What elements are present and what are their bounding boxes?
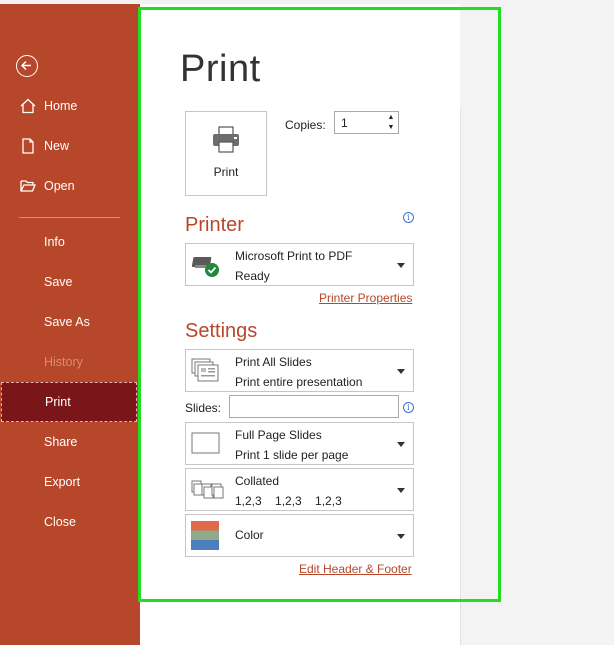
slides-label: Slides: <box>185 401 222 415</box>
printer-properties-link[interactable]: Printer Properties <box>319 291 412 305</box>
backstage-sidebar: Home New Open Info Save Save As History … <box>0 4 140 645</box>
collated-icon <box>191 479 225 506</box>
layout-value: Full Page Slides <box>235 428 322 442</box>
chevron-down-icon <box>397 263 405 268</box>
copies-label: Copies: <box>285 118 326 132</box>
sidebar-item-label: New <box>44 139 70 153</box>
new-document-icon <box>19 137 37 155</box>
color-swatch-icon <box>191 521 219 555</box>
print-button[interactable]: Print <box>185 111 267 196</box>
print-preview-area <box>460 4 614 645</box>
sidebar-item-home[interactable]: Home <box>0 86 138 126</box>
copies-stepper[interactable]: 1 ▲ ▼ <box>334 111 399 134</box>
print-range-description: Print entire presentation <box>235 375 363 389</box>
full-page-slide-icon <box>191 432 221 461</box>
printer-heading: Printer <box>185 214 244 236</box>
spin-up-icon[interactable]: ▲ <box>386 113 396 122</box>
layout-dropdown[interactable]: Full Page Slides Print 1 slide per page <box>185 422 414 465</box>
printer-ready-icon <box>191 254 223 285</box>
sidebar-item-close[interactable]: Close <box>0 502 138 542</box>
sidebar-item-label: Save As <box>44 315 90 329</box>
sidebar-item-label: Open <box>44 179 75 193</box>
sidebar-item-label: Print <box>45 395 71 409</box>
open-folder-icon <box>19 177 37 195</box>
info-icon[interactable]: i <box>403 212 414 223</box>
collation-dropdown[interactable]: Collated 1,2,3 1,2,3 1,2,3 <box>185 468 414 511</box>
print-range-dropdown[interactable]: Print All Slides Print entire presentati… <box>185 349 414 392</box>
spin-down-icon[interactable]: ▼ <box>386 123 396 132</box>
sidebar-item-label: Share <box>44 435 78 449</box>
chevron-down-icon <box>397 442 405 447</box>
printer-dropdown[interactable]: Microsoft Print to PDF Ready <box>185 243 414 286</box>
home-icon <box>19 97 37 115</box>
edit-header-footer-link[interactable]: Edit Header & Footer <box>299 562 412 576</box>
sidebar-item-label: Home <box>44 99 78 113</box>
sidebar-item-print[interactable]: Print <box>1 382 137 422</box>
sidebar-item-save[interactable]: Save <box>0 262 138 302</box>
printer-status: Ready <box>235 269 270 283</box>
sidebar-item-history: History <box>0 342 138 382</box>
page-title: Print <box>180 48 261 90</box>
sidebar-item-save-as[interactable]: Save As <box>0 302 138 342</box>
print-button-label: Print <box>213 165 239 179</box>
preview-divider <box>460 110 461 645</box>
sidebar-separator <box>19 217 120 218</box>
chevron-down-icon <box>397 534 405 539</box>
collation-description: 1,2,3 1,2,3 1,2,3 <box>235 494 342 508</box>
sidebar-item-label: History <box>44 355 83 369</box>
collation-value: Collated <box>235 474 280 488</box>
sidebar-item-label: Export <box>44 475 81 489</box>
sidebar-item-label: Close <box>44 515 76 529</box>
sidebar-item-label: Info <box>44 235 65 249</box>
printer-icon <box>210 125 242 160</box>
sidebar-item-export[interactable]: Export <box>0 462 138 502</box>
sidebar-item-open[interactable]: Open <box>0 166 138 206</box>
printer-name: Microsoft Print to PDF <box>235 249 353 263</box>
chevron-down-icon <box>397 488 405 493</box>
back-arrow-icon[interactable] <box>16 55 38 77</box>
sidebar-item-new[interactable]: New <box>0 126 138 166</box>
slides-input[interactable] <box>229 395 399 418</box>
sidebar-item-label: Save <box>44 275 73 289</box>
color-value: Color <box>235 528 264 542</box>
settings-heading: Settings <box>185 320 258 342</box>
sidebar-item-info[interactable]: Info <box>0 222 138 262</box>
color-dropdown[interactable]: Color <box>185 514 414 557</box>
layout-description: Print 1 slide per page <box>235 448 349 462</box>
copies-value: 1 <box>341 116 348 130</box>
slides-stack-icon <box>191 358 221 389</box>
sidebar-item-share[interactable]: Share <box>0 422 138 462</box>
print-range-value: Print All Slides <box>235 355 312 369</box>
info-icon[interactable]: i <box>403 402 414 413</box>
chevron-down-icon <box>397 369 405 374</box>
